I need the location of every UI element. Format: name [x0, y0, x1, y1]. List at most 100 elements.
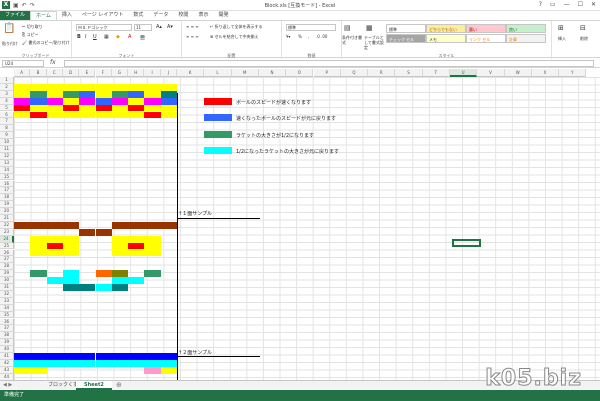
- colored-cell[interactable]: [128, 111, 145, 119]
- row-header-41[interactable]: 41: [0, 353, 14, 360]
- column-header-I[interactable]: I: [144, 69, 161, 77]
- row-header-26[interactable]: 26: [0, 249, 14, 257]
- colored-cell[interactable]: [111, 353, 129, 360]
- row-header-7[interactable]: 7: [0, 118, 14, 126]
- row-header-29[interactable]: 29: [0, 270, 14, 278]
- colored-cell[interactable]: [62, 104, 80, 112]
- delete-cells-button[interactable]: 削除: [580, 36, 588, 42]
- colored-cell[interactable]: [111, 97, 129, 105]
- colored-cell[interactable]: [14, 97, 31, 105]
- colored-cell[interactable]: [62, 235, 80, 243]
- colored-cell[interactable]: [14, 90, 31, 98]
- colored-cell[interactable]: [30, 111, 47, 119]
- colored-cell[interactable]: [144, 366, 161, 374]
- column-header-Q[interactable]: Q: [340, 69, 369, 77]
- colored-cell[interactable]: [128, 104, 145, 112]
- tab-formulas[interactable]: 数式: [128, 11, 148, 20]
- conditional-format-button[interactable]: 条件付き書式: [342, 35, 364, 45]
- currency-icon[interactable]: ¥▾: [286, 34, 291, 39]
- row-header-30[interactable]: 30: [0, 277, 14, 284]
- colored-cell[interactable]: [111, 249, 129, 257]
- row-header-25[interactable]: 25: [0, 242, 14, 250]
- style-linked-cell[interactable]: リンク セル: [466, 34, 506, 43]
- row-header-16[interactable]: 16: [0, 180, 14, 188]
- colored-cell[interactable]: [95, 111, 112, 119]
- column-header-H[interactable]: H: [128, 69, 145, 77]
- colored-cell[interactable]: [95, 284, 112, 291]
- row-header-3[interactable]: 3: [0, 90, 14, 98]
- ribbon-display-icon[interactable]: ▭: [550, 1, 556, 8]
- tab-review[interactable]: 校閲: [173, 11, 193, 20]
- row-header-37[interactable]: 37: [0, 325, 14, 333]
- row-header-40[interactable]: 40: [0, 346, 14, 353]
- row-header-43[interactable]: 43: [0, 366, 14, 374]
- insert-cells-icon[interactable]: ⊞: [558, 24, 564, 32]
- row-header-32[interactable]: 32: [0, 290, 14, 298]
- column-header-B[interactable]: B: [30, 69, 47, 77]
- colored-cell[interactable]: [160, 111, 177, 119]
- colored-cell[interactable]: [62, 242, 80, 250]
- column-header-X[interactable]: X: [531, 69, 560, 77]
- colored-cell[interactable]: [62, 97, 80, 105]
- style-note[interactable]: メモ: [426, 34, 466, 43]
- column-header-V[interactable]: V: [477, 69, 505, 77]
- style-good[interactable]: 良い: [506, 24, 546, 33]
- colored-cell[interactable]: [46, 104, 63, 112]
- worksheet[interactable]: ABCDEFGHIJKLMNOPQRSTUVWXY 1 2 3 4 5 6 7 8 9 10 11 1…: [0, 69, 600, 380]
- colored-cell[interactable]: [46, 83, 63, 91]
- number-format-select[interactable]: 標準: [286, 24, 336, 31]
- active-cell[interactable]: [452, 239, 481, 247]
- colored-cell[interactable]: [79, 83, 96, 91]
- colored-cell[interactable]: [46, 277, 63, 284]
- bold-button[interactable]: B: [77, 34, 81, 40]
- colored-cell[interactable]: [144, 242, 161, 250]
- colored-cell[interactable]: [62, 249, 80, 257]
- colored-cell[interactable]: [128, 277, 145, 284]
- copy-button[interactable]: ⎘ コピー: [22, 32, 38, 38]
- colored-cell[interactable]: [144, 221, 161, 229]
- colored-cell[interactable]: [111, 104, 129, 112]
- row-header-27[interactable]: 27: [0, 256, 14, 264]
- colored-cell[interactable]: [144, 90, 161, 98]
- colored-cell[interactable]: [14, 359, 31, 367]
- colored-cell[interactable]: [62, 284, 80, 291]
- column-header-W[interactable]: W: [504, 69, 532, 77]
- colored-cell[interactable]: [160, 221, 177, 229]
- column-header-C[interactable]: C: [46, 69, 63, 77]
- colored-cell[interactable]: [46, 353, 63, 360]
- colored-cell[interactable]: [30, 90, 47, 98]
- colored-cell[interactable]: [62, 111, 80, 119]
- paste-button[interactable]: 貼り付け: [2, 41, 18, 47]
- merge-center-button[interactable]: ⊞ セルを結合して中央揃え: [210, 34, 259, 40]
- colored-cell[interactable]: [46, 242, 63, 250]
- format-as-table-icon[interactable]: ▦: [366, 24, 373, 32]
- comma-button[interactable]: ,: [308, 34, 309, 39]
- row-header-8[interactable]: 8: [0, 125, 14, 133]
- colored-cell[interactable]: [30, 104, 47, 112]
- colored-cell[interactable]: [144, 270, 161, 278]
- row-header-21[interactable]: 21: [0, 215, 14, 222]
- column-header-F[interactable]: F: [95, 69, 112, 77]
- phonetic-icon[interactable]: 亜: [140, 34, 145, 41]
- colored-cell[interactable]: [128, 235, 145, 243]
- column-header-O[interactable]: O: [286, 69, 314, 77]
- colored-cell[interactable]: [144, 359, 161, 367]
- colored-cell[interactable]: [160, 104, 177, 112]
- row-header-36[interactable]: 36: [0, 318, 14, 326]
- colored-cell[interactable]: [111, 111, 129, 119]
- colored-cell[interactable]: [46, 97, 63, 105]
- sheet-nav-arrows[interactable]: ◀ ▶: [3, 381, 12, 390]
- row-header-18[interactable]: 18: [0, 194, 14, 202]
- column-header-P[interactable]: P: [313, 69, 341, 77]
- colored-cell[interactable]: [79, 284, 96, 291]
- colored-cell[interactable]: [79, 353, 96, 360]
- style-check-cell[interactable]: チェック セル: [386, 34, 426, 43]
- minimize-icon[interactable]: —: [564, 1, 570, 8]
- colored-cell[interactable]: [79, 228, 96, 236]
- colored-cell[interactable]: [128, 249, 145, 257]
- colored-cell[interactable]: [30, 242, 47, 250]
- colored-cell[interactable]: [95, 270, 112, 278]
- colored-cell[interactable]: [30, 235, 47, 243]
- function-icon[interactable]: fx: [50, 59, 56, 66]
- borders-icon[interactable]: ▦: [104, 34, 109, 40]
